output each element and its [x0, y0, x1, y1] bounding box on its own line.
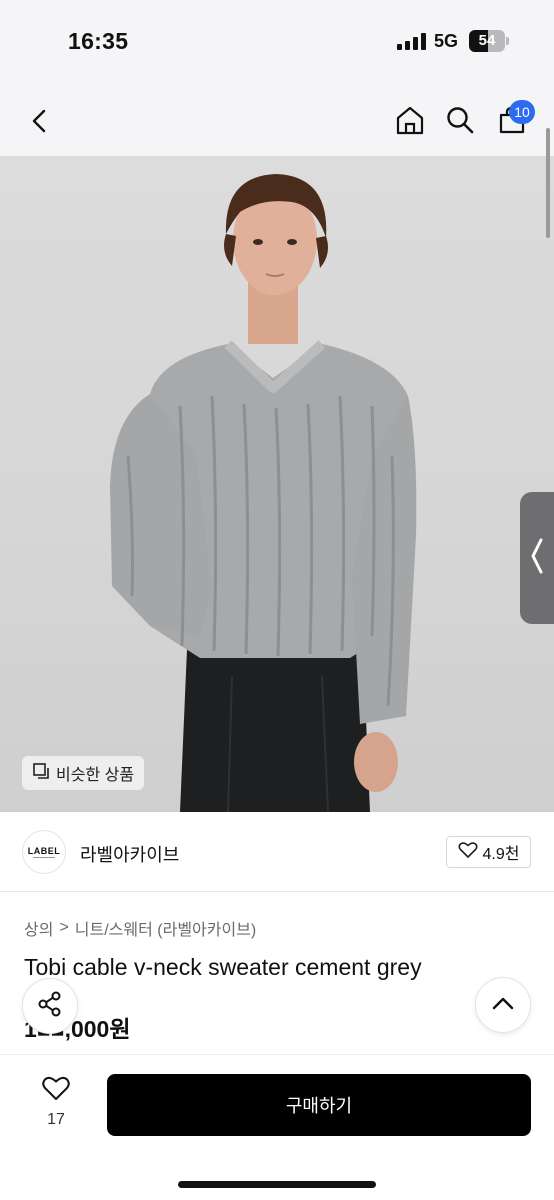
home-icon[interactable] — [390, 100, 430, 140]
heart-icon — [457, 841, 478, 864]
product-title: Tobi cable v-neck sweater cement grey — [24, 954, 422, 980]
heart-outline-icon — [41, 1076, 71, 1106]
breadcrumb-category[interactable]: 상의 — [24, 916, 53, 940]
side-panel-tab[interactable] — [520, 492, 554, 624]
product-image[interactable] — [0, 156, 554, 812]
scrollbar[interactable] — [546, 128, 550, 238]
seller-like-button[interactable]: 4.9천 — [446, 836, 531, 868]
battery-level: 54 — [478, 32, 496, 49]
breadcrumb: 상의 > 니트/스웨터 (라벨아카이브) — [24, 916, 256, 940]
back-icon[interactable] — [20, 101, 60, 141]
home-indicator[interactable] — [178, 1181, 376, 1188]
battery-icon: 54 — [469, 30, 505, 52]
bottom-action-bar: 17 구매하기 — [0, 1054, 554, 1200]
breadcrumb-subcategory[interactable]: 니트/스웨터 (라벨아카이브) — [75, 916, 256, 940]
seller-row[interactable]: LABEL 라벨아카이브 4.9천 — [0, 812, 554, 892]
scroll-top-button[interactable] — [475, 977, 531, 1033]
share-icon — [36, 990, 64, 1023]
seller-likes-count: 4.9천 — [482, 846, 520, 863]
wishlist-count: 17 — [47, 1111, 65, 1128]
similar-items-button[interactable]: 비슷한 상품 — [22, 756, 145, 790]
status-time: 16:35 — [68, 28, 129, 54]
model-illustration — [110, 174, 417, 812]
share-button[interactable] — [22, 978, 78, 1034]
chevron-up-icon — [491, 995, 515, 1016]
cart-badge: 10 — [509, 100, 535, 124]
search-icon[interactable] — [440, 100, 480, 140]
signal-icon — [397, 33, 427, 50]
similar-items-icon — [32, 762, 50, 785]
nav-bar — [0, 86, 554, 156]
seller-logo[interactable]: LABEL — [22, 830, 66, 874]
seller-name[interactable]: 라벨아카이브 — [80, 841, 179, 867]
wishlist-button[interactable]: 17 — [30, 1075, 82, 1129]
battery-tip — [506, 37, 509, 45]
chevron-left-icon — [529, 536, 545, 581]
buy-button[interactable]: 구매하기 — [107, 1074, 531, 1136]
breadcrumb-separator: > — [59, 919, 69, 936]
similar-items-label: 비슷한 상품 — [56, 767, 135, 784]
network-type: 5G — [434, 31, 459, 51]
status-bar: 16:35 5G 54 — [0, 0, 554, 86]
